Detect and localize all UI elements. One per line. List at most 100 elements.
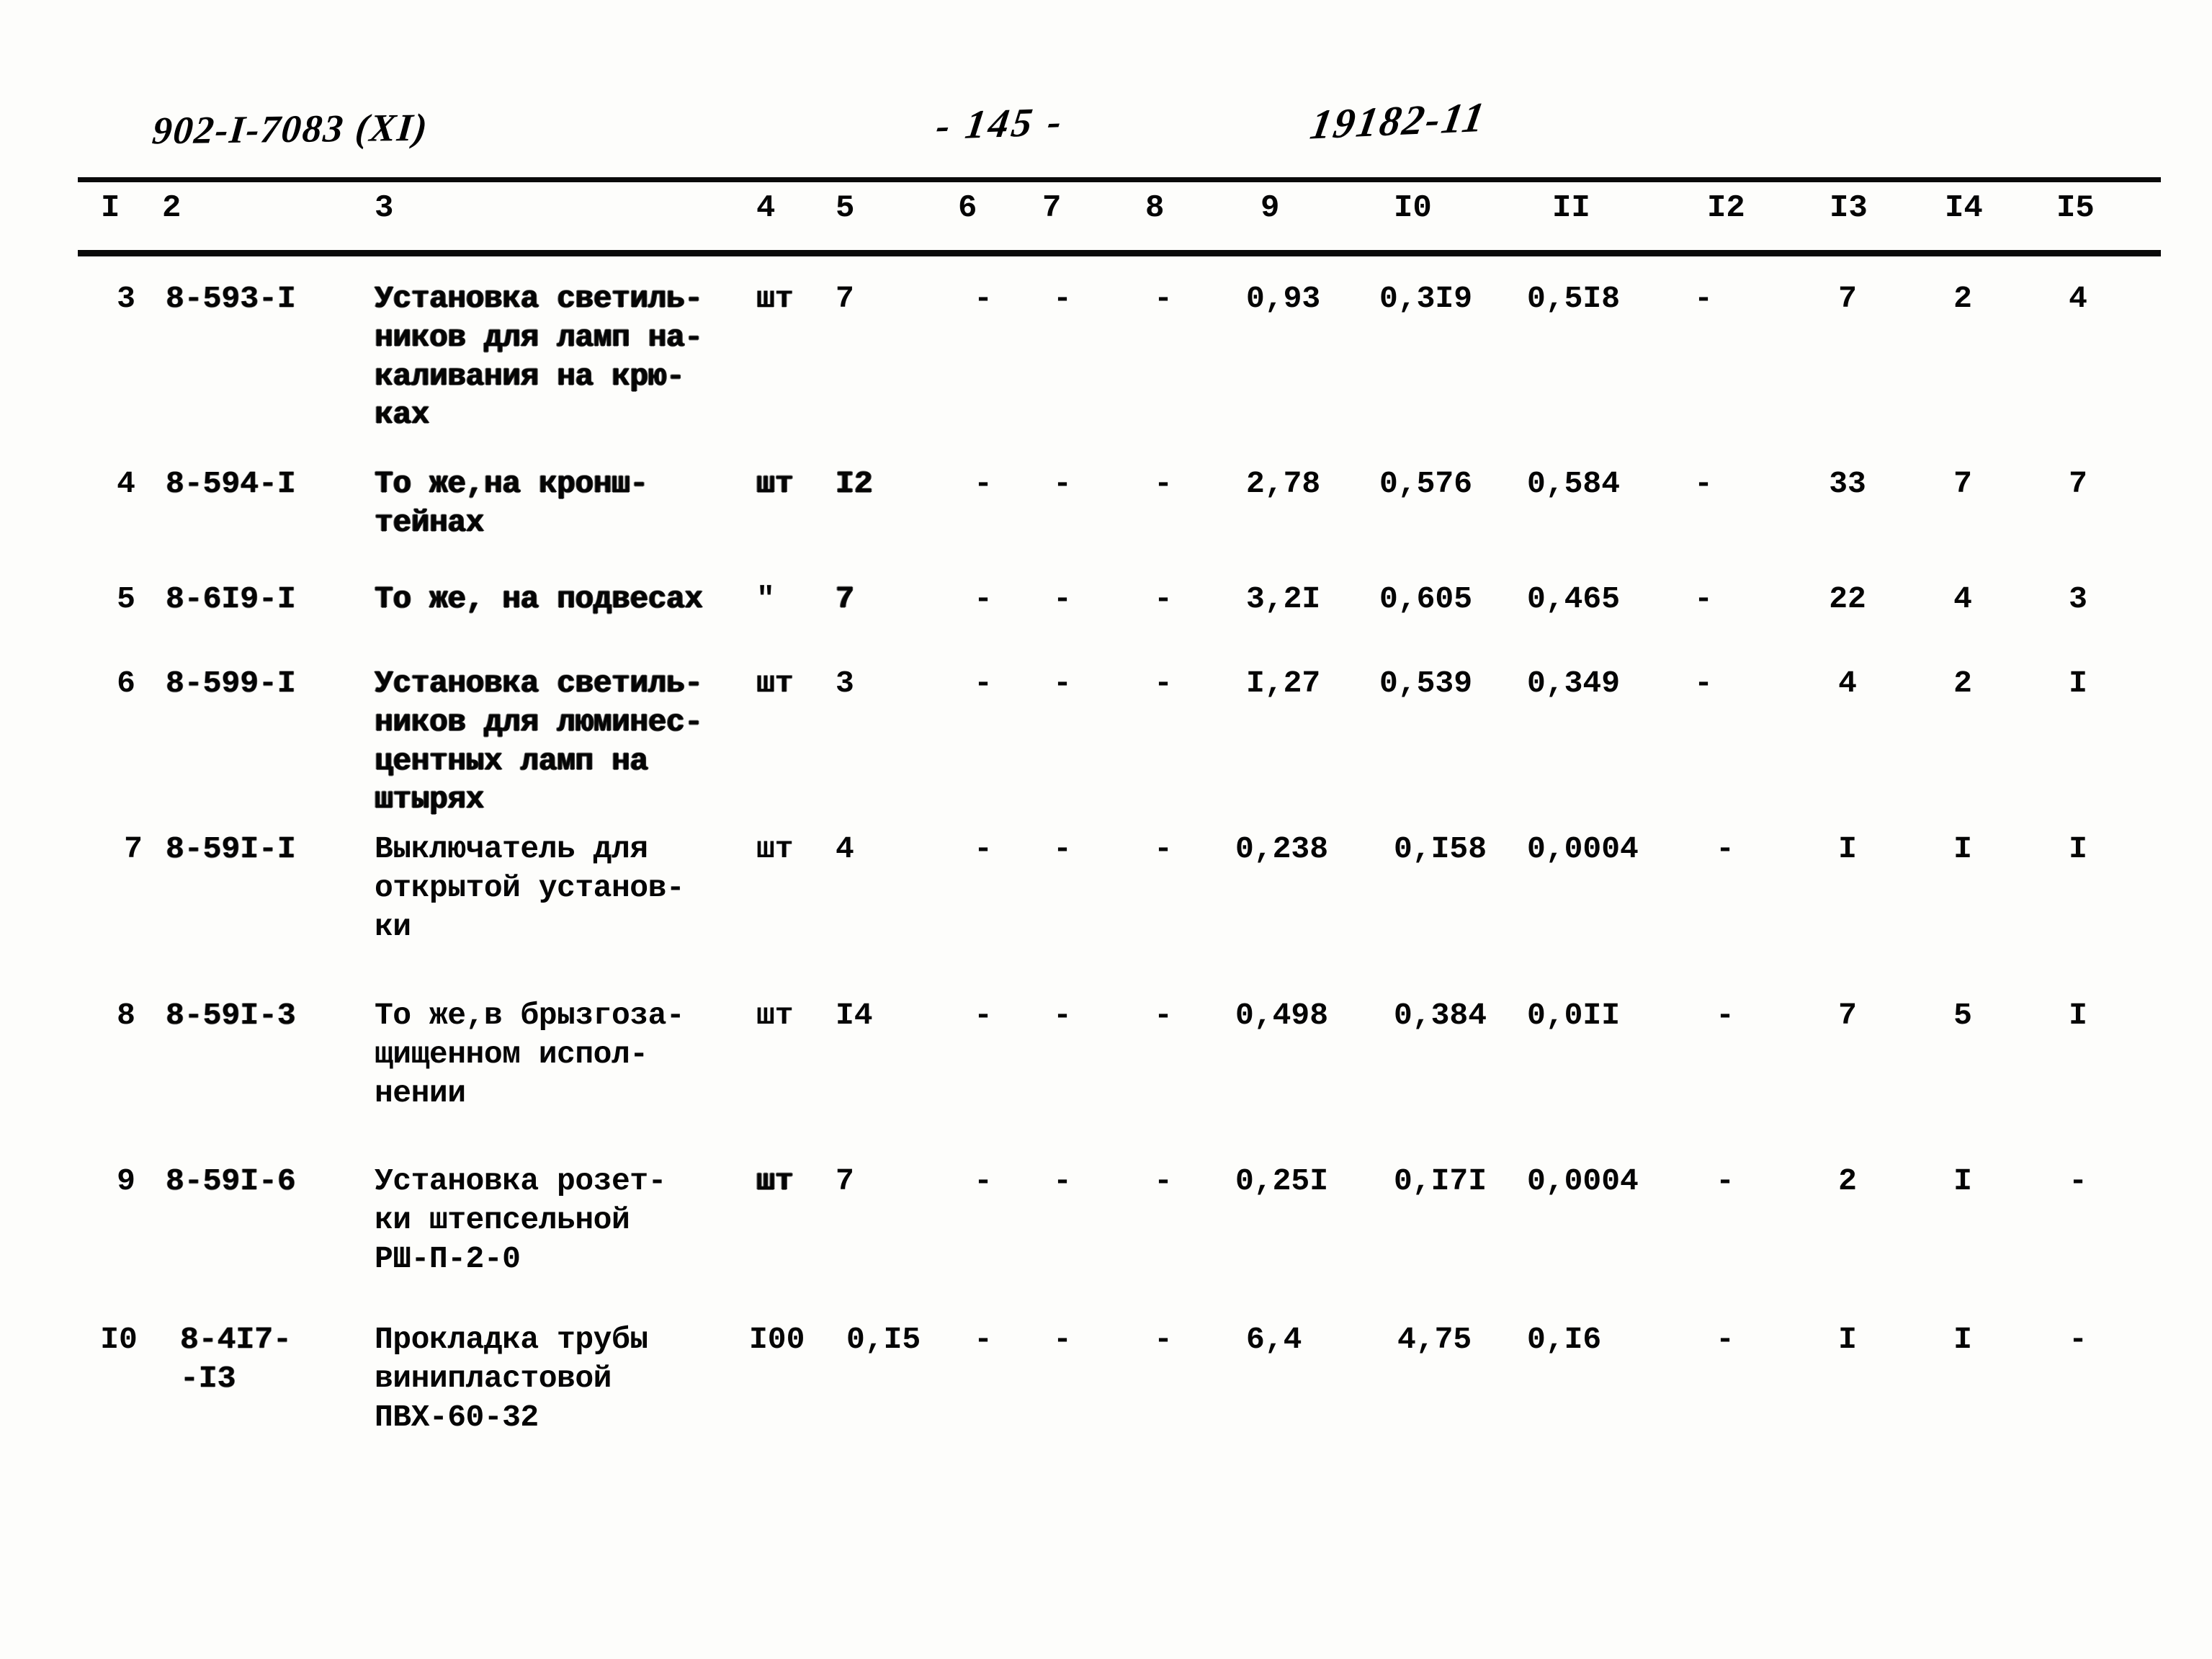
row-col8: - [1154, 581, 1173, 617]
row-col13: 7 [1838, 281, 1857, 316]
row-col7: - [1053, 581, 1072, 617]
row-col14: 2 [1953, 281, 1972, 316]
column-number-11: II [1552, 190, 1590, 226]
row-unit: шт [756, 466, 794, 501]
row-quantity: I2 [836, 466, 873, 501]
page-header: 902-I-7083 (XI) - 145 - 19182-11 [0, 0, 2212, 166]
row-col6: - [974, 466, 993, 501]
row-col8: - [1154, 281, 1173, 316]
row-quantity: 0,I5 [846, 1322, 921, 1357]
column-number-12: I2 [1707, 190, 1745, 226]
row-unit: шт [756, 281, 794, 316]
row-col12: - [1694, 281, 1713, 316]
sheet-code: 19182-11 [1307, 93, 1490, 148]
row-item-number: 7 [124, 831, 143, 867]
row-col10: 0,576 [1379, 466, 1473, 501]
row-col14: I [1953, 831, 1972, 867]
row-code: 8-599-I [166, 666, 296, 701]
row-quantity: 7 [836, 581, 854, 617]
row-col11: 0,465 [1527, 581, 1621, 617]
row-item-number: 4 [117, 466, 135, 501]
document-page: 902-I-7083 (XI) - 145 - 19182-11 I 2 3 4… [0, 0, 2212, 1659]
row-col9: 0,238 [1235, 831, 1329, 867]
row-code: 8-59I-I [166, 831, 296, 867]
row-col12: - [1716, 831, 1734, 867]
row-description: То же,в брызгоза- щищенном испол- нении [375, 998, 685, 1111]
row-col13: 2 [1838, 1163, 1857, 1199]
row-quantity: I4 [836, 998, 873, 1033]
row-col9: 0,93 [1246, 281, 1321, 316]
row-col7: - [1053, 466, 1072, 501]
column-number-8: 8 [1145, 190, 1165, 226]
row-col10: 4,75 [1397, 1322, 1472, 1357]
row-unit: шт [756, 666, 794, 701]
row-col8: - [1154, 998, 1173, 1033]
column-number-4: 4 [756, 190, 776, 226]
row-description: То же,на кронш- тейнах [375, 466, 648, 540]
row-col8: - [1154, 1163, 1173, 1199]
row-item-number: I0 [100, 1322, 138, 1357]
row-col9: I,27 [1246, 666, 1321, 701]
row-col6: - [974, 666, 993, 701]
row-description: Установка розет- ки штепсельной РШ-П-2-0 [375, 1163, 666, 1276]
table-rule-top [78, 177, 2161, 182]
row-col13: I [1838, 831, 1857, 867]
row-col9: 3,2I [1246, 581, 1321, 617]
row-col15: 3 [2069, 581, 2087, 617]
row-col11: 0,0II [1527, 998, 1621, 1033]
row-col11: 0,0004 [1527, 1163, 1639, 1199]
row-col13: 4 [1838, 666, 1857, 701]
row-col7: - [1053, 1322, 1072, 1357]
row-col14: I [1953, 1322, 1972, 1357]
row-col10: 0,3I9 [1379, 281, 1473, 316]
row-col14: I [1953, 1163, 1972, 1199]
row-col8: - [1154, 666, 1173, 701]
row-item-number: 9 [117, 1163, 135, 1199]
column-number-7: 7 [1042, 190, 1062, 226]
row-unit: " [756, 581, 775, 617]
row-col11: 0,0004 [1527, 831, 1639, 867]
row-quantity: 3 [836, 666, 854, 701]
row-col14: 2 [1953, 666, 1972, 701]
row-col7: - [1053, 666, 1072, 701]
row-col8: - [1154, 831, 1173, 867]
row-item-number: 5 [117, 581, 135, 617]
row-col8: - [1154, 466, 1173, 501]
row-col11: 0,5I8 [1527, 281, 1621, 316]
table-rule-bottom [78, 250, 2161, 256]
row-col13: 22 [1829, 581, 1866, 617]
row-col6: - [974, 831, 993, 867]
row-col9: 0,498 [1235, 998, 1329, 1033]
row-col15: I [2069, 998, 2087, 1033]
row-item-number: 6 [117, 666, 135, 701]
row-col11: 0,349 [1527, 666, 1621, 701]
column-number-2: 2 [162, 190, 182, 226]
row-description: Прокладка трубы винипластовой ПВХ-60-32 [375, 1322, 648, 1435]
row-col8: - [1154, 1322, 1173, 1357]
row-col10: 0,384 [1394, 998, 1487, 1033]
column-number-13: I3 [1830, 190, 1868, 226]
row-col15: 4 [2069, 281, 2087, 316]
row-code: 8-6I9-I [166, 581, 296, 617]
row-col6: - [974, 998, 993, 1033]
row-col10: 0,I7I [1394, 1163, 1487, 1199]
column-number-15: I5 [2056, 190, 2095, 226]
column-number-9: 9 [1261, 190, 1280, 226]
row-col10: 0,539 [1379, 666, 1473, 701]
row-col14: 4 [1953, 581, 1972, 617]
table-column-number-row: I 2 3 4 5 6 7 8 9 I0 II I2 I3 I4 I5 [0, 189, 2212, 239]
row-col15: - [2069, 1163, 2087, 1199]
row-col9: 6,4 [1246, 1322, 1302, 1357]
row-col12: - [1694, 666, 1713, 701]
row-col15: 7 [2069, 466, 2087, 501]
row-unit: шт [756, 831, 794, 867]
column-number-14: I4 [1945, 190, 1983, 226]
row-quantity: 7 [836, 281, 854, 316]
row-unit: шт [756, 1163, 794, 1199]
row-col7: - [1053, 831, 1072, 867]
row-code: 8-59I-6 [166, 1163, 296, 1199]
row-item-number: 8 [117, 998, 135, 1033]
row-col7: - [1053, 998, 1072, 1033]
row-col6: - [974, 281, 993, 316]
row-col11: 0,I6 [1527, 1322, 1602, 1357]
